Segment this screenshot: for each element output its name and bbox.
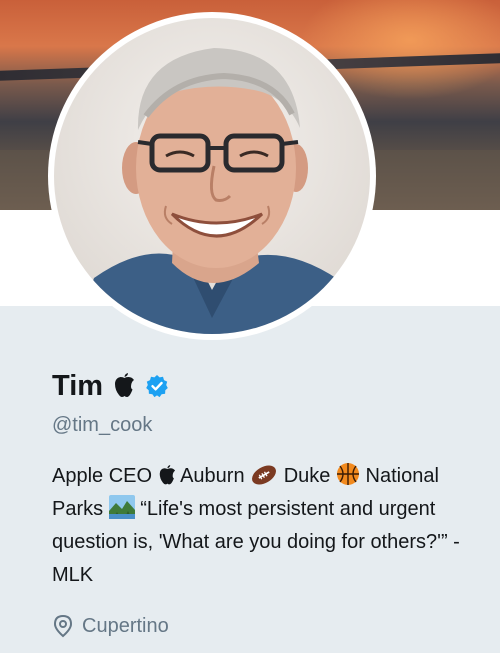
national-park-icon bbox=[108, 495, 135, 519]
bio-text-1: Apple CEO bbox=[52, 465, 153, 487]
bio-text-2: Auburn bbox=[180, 465, 245, 487]
location-text: Cupertino bbox=[82, 614, 169, 637]
football-icon bbox=[252, 465, 277, 485]
verified-badge-icon[interactable] bbox=[145, 374, 169, 398]
bio-text-3: Duke bbox=[283, 465, 331, 487]
profile-location: Cupertino bbox=[52, 614, 169, 638]
apple-logo-icon bbox=[159, 465, 175, 485]
profile-name-row: Tim bbox=[52, 366, 169, 406]
basketball-icon bbox=[336, 463, 359, 485]
location-pin-icon bbox=[53, 614, 73, 638]
profile-bio: Apple CEO Auburn Duke National Parks “Li… bbox=[52, 460, 482, 592]
avatar[interactable] bbox=[48, 12, 376, 340]
avatar-photo bbox=[54, 18, 370, 334]
profile-handle[interactable]: @tim_cook bbox=[52, 414, 152, 437]
apple-logo-icon bbox=[115, 373, 135, 397]
profile-name[interactable]: Tim bbox=[52, 370, 103, 403]
